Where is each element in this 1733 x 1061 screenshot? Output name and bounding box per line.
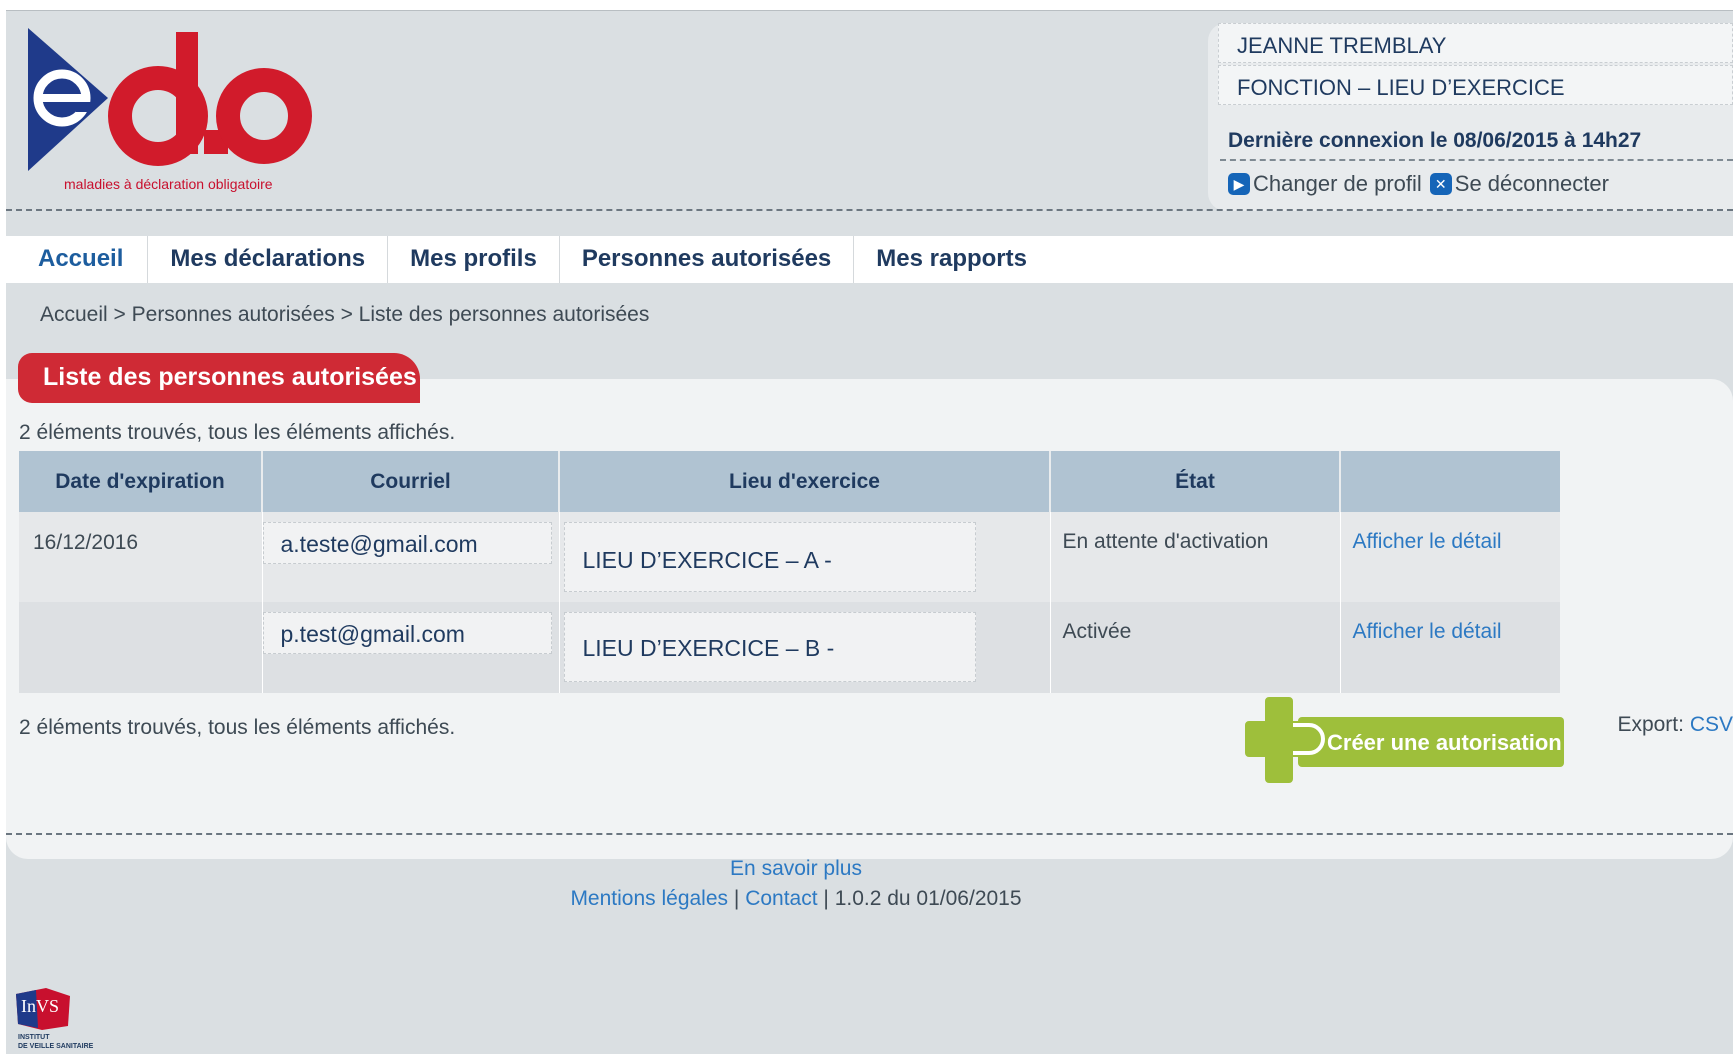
logout-link[interactable]: ✕ Se déconnecter (1429, 171, 1609, 197)
header: maladies à déclaration obligatoire JEANN… (6, 11, 1733, 226)
logo-tagline: maladies à déclaration obligatoire (64, 176, 273, 192)
plus-icon (1245, 697, 1329, 783)
change-profile-label: Changer de profil (1253, 171, 1422, 196)
authorized-persons-table: Date d'expiration Courriel Lieu d'exerci… (19, 451, 1560, 693)
create-authorization-button[interactable]: Créer une autorisation (1243, 695, 1564, 785)
expiration-date (19, 602, 262, 624)
user-info-box: JEANNE TREMBLAY FONCTION – LIEU D’EXERCI… (1208, 23, 1733, 211)
panel-title: Liste des personnes autorisées (18, 353, 420, 403)
export-label: Export: (1617, 713, 1684, 736)
user-role: FONCTION – LIEU D’EXERCICE (1218, 65, 1733, 105)
expiration-date: 16/12/2016 (33, 531, 139, 554)
nav-item-personnes-autorisees[interactable]: Personnes autorisées (560, 236, 855, 283)
edo-logo-graphic (28, 28, 312, 171)
learn-more-link[interactable]: En savoir plus (730, 857, 862, 880)
table-row: p.test@gmail.com LIEU D’EXERCICE – B - A… (19, 602, 1560, 693)
column-header-place[interactable]: Lieu d'exercice (559, 451, 1051, 512)
create-authorization-label: Créer une autorisation (1327, 730, 1562, 755)
column-header-expiration[interactable]: Date d'expiration (19, 451, 263, 512)
column-header-email[interactable]: Courriel (262, 451, 560, 512)
state-value: Activée (1062, 620, 1132, 643)
invs-line1: INSTITUT (18, 1034, 50, 1041)
export-csv-link[interactable]: CSV (1690, 713, 1733, 736)
page-background: maladies à déclaration obligatoire JEANN… (6, 10, 1733, 1054)
view-detail-link[interactable]: Afficher le détail (1341, 602, 1561, 644)
email-value: p.test@gmail.com (262, 612, 552, 654)
footer-separator: | (733, 887, 740, 910)
column-header-state[interactable]: État (1050, 451, 1341, 512)
email-value: a.teste@gmail.com (262, 522, 552, 564)
invs-abbr: InVS (21, 996, 60, 1016)
place-value: LIEU D’EXERCICE – A - (563, 522, 976, 592)
version-text: | 1.0.2 du 01/06/2015 (823, 887, 1022, 910)
header-divider (6, 209, 1733, 211)
invs-line2: DE VEILLE SANITAIRE (18, 1043, 94, 1050)
close-icon: ✕ (1429, 173, 1452, 195)
nav-item-mes-rapports[interactable]: Mes rapports (854, 236, 1049, 283)
footer-divider (6, 833, 1733, 835)
last-login-text: Dernière connexion le 08/06/2015 à 14h27 (1228, 129, 1642, 152)
place-value: LIEU D’EXERCICE – B - (563, 612, 976, 682)
table-row: 16/12/2016 a.teste@gmail.com LIEU D’EXER… (19, 512, 1560, 602)
nav-item-mes-profils[interactable]: Mes profils (388, 236, 560, 283)
invs-logo: InVS INSTITUT DE VEILLE SANITAIRE (12, 986, 104, 1056)
play-icon: ▶ (1228, 173, 1250, 195)
contact-link[interactable]: Contact (745, 887, 817, 910)
footer-learn-more-row: En savoir plus (6, 857, 1586, 881)
user-box-divider (1220, 159, 1733, 161)
change-profile-link[interactable]: ▶ Changer de profil (1228, 171, 1422, 197)
nav-item-mes-declarations[interactable]: Mes déclarations (148, 236, 389, 283)
export-area: Export: CSV (1617, 713, 1733, 737)
logout-label: Se déconnecter (1454, 171, 1609, 196)
breadcrumb: Accueil > Personnes autorisées > Liste d… (40, 303, 650, 326)
result-count-bottom: 2 éléments trouvés, tous les éléments af… (19, 716, 456, 739)
footer-links-row: Mentions légales | Contact | 1.0.2 du 01… (6, 887, 1586, 911)
nav-item-accueil[interactable]: Accueil (6, 236, 149, 283)
state-value: En attente d'activation (1062, 530, 1269, 553)
edo-logo[interactable]: maladies à déclaration obligatoire (26, 26, 326, 201)
column-header-actions (1340, 451, 1560, 512)
legal-notice-link[interactable]: Mentions légales (570, 887, 728, 910)
view-detail-link[interactable]: Afficher le détail (1341, 512, 1561, 554)
main-nav: Accueil Mes déclarations Mes profils Per… (6, 236, 1733, 283)
result-count-top: 2 éléments trouvés, tous les éléments af… (19, 421, 456, 444)
user-name: JEANNE TREMBLAY (1218, 23, 1733, 63)
